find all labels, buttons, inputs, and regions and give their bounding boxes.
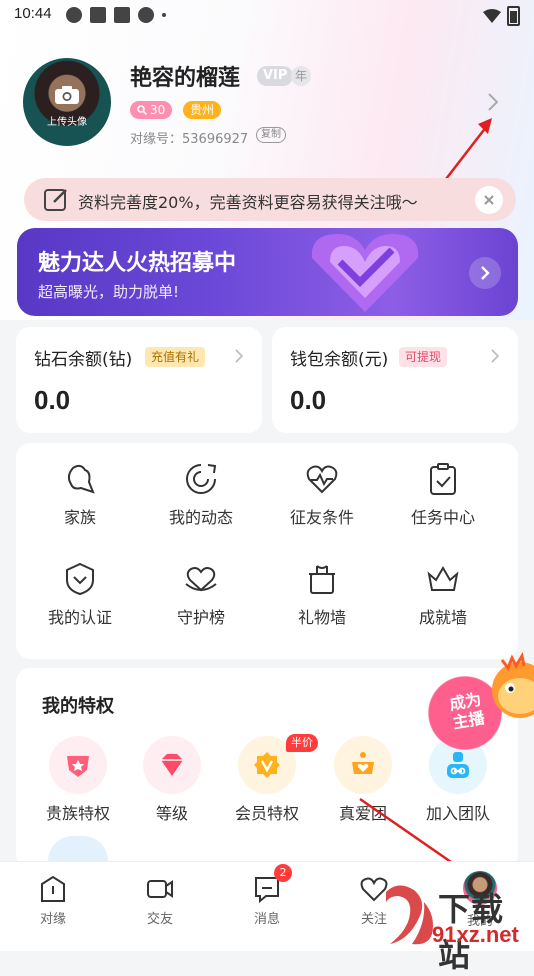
privilege-label: 会员特权 bbox=[234, 804, 299, 823]
more-notifications-icon bbox=[162, 13, 166, 17]
chevron-right-icon bbox=[481, 266, 490, 280]
menu-label: 我的认证 bbox=[47, 608, 112, 627]
heart-pulse-icon bbox=[306, 465, 338, 494]
video-icon bbox=[147, 880, 173, 898]
age-value: 30 bbox=[150, 103, 166, 117]
menu-item-verification[interactable]: 我的认证 bbox=[30, 562, 130, 628]
menu-label: 征友条件 bbox=[289, 508, 354, 527]
diamond-balance-title: 钻石余额(钻) bbox=[34, 350, 133, 370]
status-time: 10:44 bbox=[14, 5, 52, 22]
edit-icon bbox=[44, 189, 67, 211]
notification-icons bbox=[66, 7, 166, 23]
app-notification-icon bbox=[90, 7, 106, 23]
wallet-balance-value: 0.0 bbox=[290, 385, 327, 415]
message-count-badge: 2 bbox=[274, 864, 292, 882]
privilege-noble[interactable]: 贵族特权 bbox=[33, 736, 123, 824]
shield-check-icon bbox=[66, 562, 94, 596]
menu-item-criteria[interactable]: 征友条件 bbox=[272, 462, 372, 528]
vip-year-badge: 年 bbox=[291, 66, 311, 86]
menu-item-moments[interactable]: 我的动态 bbox=[151, 462, 251, 528]
nav-label: 交友 bbox=[146, 912, 173, 927]
menu-label: 家族 bbox=[63, 508, 96, 527]
menu-label: 成就墙 bbox=[418, 608, 467, 627]
menu-item-guard-rank[interactable]: 守护榜 bbox=[151, 562, 251, 628]
clipboard-check-icon bbox=[430, 463, 456, 495]
withdrawable-tag[interactable]: 可提现 bbox=[399, 347, 448, 367]
status-bar: 10:44 bbox=[0, 0, 534, 30]
heart-gem-icon bbox=[311, 234, 419, 312]
close-icon bbox=[484, 195, 494, 205]
privilege-level[interactable]: 等级 bbox=[127, 736, 217, 824]
wifi-icon bbox=[483, 9, 501, 23]
age-badge: 30 bbox=[130, 101, 173, 119]
banner-arrow-button[interactable] bbox=[469, 257, 501, 289]
menu-item-achievements[interactable]: 成就墙 bbox=[393, 562, 493, 628]
menu-label: 守护榜 bbox=[176, 608, 225, 627]
copy-id-button[interactable]: 复制 bbox=[256, 127, 286, 143]
female-icon bbox=[137, 105, 147, 115]
user-id: 对缘号：53696927 bbox=[130, 132, 249, 147]
vip-badge[interactable]: VIP bbox=[257, 66, 294, 86]
menu-label: 礼物墙 bbox=[297, 608, 346, 627]
family-icon bbox=[67, 464, 95, 494]
privilege-label: 贵族特权 bbox=[45, 804, 110, 823]
nav-item-home[interactable]: 对缘 bbox=[13, 874, 93, 927]
menu-item-tasks[interactable]: 任务中心 bbox=[393, 462, 493, 528]
menu-label: 任务中心 bbox=[410, 508, 475, 527]
camera-icon bbox=[55, 86, 79, 104]
menu-item-gift-wall[interactable]: 礼物墙 bbox=[272, 562, 372, 628]
menu-label: 我的动态 bbox=[168, 508, 233, 527]
menu-item-family[interactable]: 家族 bbox=[30, 462, 130, 528]
chevron-right-icon bbox=[235, 349, 243, 363]
mascot-icon bbox=[492, 652, 534, 718]
upload-avatar-label[interactable]: 上传头像 bbox=[23, 113, 111, 128]
love-crown-icon bbox=[334, 736, 392, 794]
chevron-right-icon[interactable] bbox=[487, 92, 499, 112]
username: 艳容的榴莲 bbox=[130, 66, 241, 91]
home-icon bbox=[41, 875, 65, 902]
app-notification-icon bbox=[114, 7, 130, 23]
banner-title: 魅力达人火热招募中 bbox=[38, 251, 237, 276]
wallet-balance-card[interactable]: 钱包余额(元) 0.0 bbox=[272, 327, 518, 433]
privilege-label: 等级 bbox=[155, 804, 188, 823]
diamond-balance-card[interactable]: 钻石余额(钻) 0.0 bbox=[16, 327, 262, 433]
close-notice-button[interactable] bbox=[475, 186, 503, 214]
nav-item-friends[interactable]: 交友 bbox=[120, 874, 200, 927]
diamond-balance-value: 0.0 bbox=[34, 385, 71, 415]
half-price-tag: 半价 bbox=[286, 734, 318, 752]
battery-icon bbox=[507, 6, 520, 26]
guard-heart-icon bbox=[185, 567, 217, 592]
noble-icon bbox=[49, 736, 107, 794]
notice-text: 资料完善度20%，完善资料更容易获得关注哦～ bbox=[78, 193, 418, 212]
app-notification-icon bbox=[138, 7, 154, 23]
privileges-title: 我的特权 bbox=[42, 696, 114, 717]
banner-subtitle: 超高曝光，助力脱单! bbox=[38, 283, 180, 301]
nav-item-messages[interactable]: 消息 bbox=[227, 874, 307, 927]
location-badge: 贵州 bbox=[183, 101, 222, 119]
watermark-url: 91xz.net bbox=[432, 922, 519, 947]
app-notification-icon bbox=[66, 7, 82, 23]
gem-icon bbox=[143, 736, 201, 794]
gift-icon bbox=[309, 565, 335, 594]
crown-icon bbox=[427, 566, 459, 591]
wallet-balance-title: 钱包余额(元) bbox=[290, 350, 389, 370]
nav-label: 消息 bbox=[253, 912, 280, 927]
chevron-right-icon bbox=[491, 349, 499, 363]
system-icons bbox=[483, 6, 520, 26]
recharge-gift-tag[interactable]: 充值有礼 bbox=[145, 347, 206, 367]
moments-icon bbox=[186, 464, 217, 494]
nav-label: 对缘 bbox=[39, 912, 66, 927]
